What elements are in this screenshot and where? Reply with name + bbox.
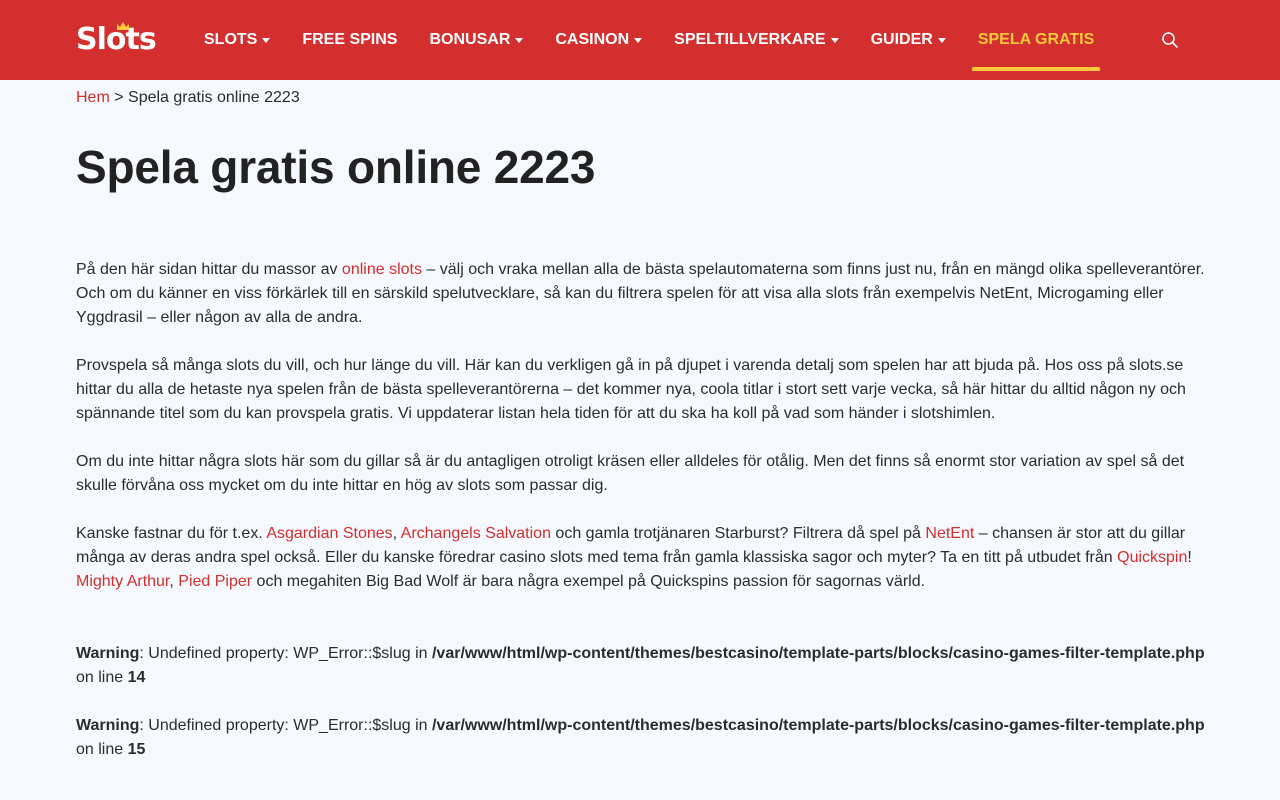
paragraph-provspela: Provspela så många slots du vill, och hu…	[76, 357, 1186, 422]
paragraph-examples: Kanske fastnar du för t.ex. Asgardian St…	[76, 522, 1206, 594]
nav-item-casinon[interactable]: CASINON	[555, 31, 643, 49]
warning-message: : Undefined property: WP_Error::$slug in	[139, 717, 432, 734]
paragraph-text: !	[1187, 549, 1192, 566]
page-title: Spela gratis online 2223	[76, 141, 596, 193]
warning-label: Warning	[76, 717, 140, 734]
online-slots-link[interactable]: online slots	[342, 261, 422, 278]
paragraph-text: På den här sidan hittar du massor av	[76, 261, 342, 278]
crown-icon	[117, 22, 129, 30]
warning-path: /var/www/html/wp-content/themes/bestcasi…	[431, 717, 1205, 734]
caret-down-icon	[830, 37, 839, 43]
warning-on-line: on line	[76, 669, 128, 686]
nav-item-slots[interactable]: SLOTS	[204, 31, 271, 49]
warning-label: Warning	[76, 645, 140, 662]
caret-down-icon	[634, 37, 643, 43]
warning-line-number: 14	[127, 669, 146, 686]
nav-item-label: SPELTILLVERKARE	[674, 31, 826, 48]
php-warning: Warning: Undefined property: WP_Error::$…	[76, 714, 1216, 762]
warning-on-line: on line	[76, 741, 128, 758]
nav-item-label: GUIDER	[870, 31, 933, 48]
pied-piper-link[interactable]: Pied Piper	[178, 573, 252, 590]
caret-down-icon	[937, 37, 946, 43]
paragraph-intro: På den här sidan hittar du massor av onl…	[76, 258, 1206, 330]
paragraph-variation: Om du inte hittar några slots här som du…	[76, 453, 1185, 494]
breadcrumb-home-link[interactable]: Hem	[76, 89, 110, 106]
nav-item-bonusar[interactable]: BONUSAR	[429, 31, 524, 49]
nav-item-label: CASINON	[555, 31, 630, 48]
archangels-salvation-link[interactable]: Archangels Salvation	[401, 525, 551, 542]
main-nav: SLOTS FREE SPINS BONUSAR CASINON SPELTIL…	[188, 0, 1126, 80]
nav-item-label: BONUSAR	[429, 31, 511, 48]
paragraph-text: och gamla trotjänaren Starburst? Filtrer…	[550, 525, 926, 542]
mighty-arthur-link[interactable]: Mighty Arthur	[76, 573, 169, 590]
nav-item-spela-gratis[interactable]: SPELA GRATIS	[971, 31, 1101, 71]
warning-message: : Undefined property: WP_Error::$slug in	[139, 645, 432, 662]
asgardian-stones-link[interactable]: Asgardian Stones	[266, 525, 392, 542]
nav-item-free-spins[interactable]: FREE SPINS	[302, 31, 397, 49]
paragraph-text: ,	[169, 573, 179, 590]
breadcrumb-separator: >	[114, 89, 124, 106]
nav-item-speltillverkare[interactable]: SPELTILLVERKARE	[674, 31, 839, 49]
top-navigation-bar: Slots SLOTS FREE SPINS BONUSAR CASINON S…	[0, 0, 1280, 80]
nav-item-label: FREE SPINS	[302, 31, 398, 48]
search-icon[interactable]	[1161, 31, 1179, 49]
article-content: På den här sidan hittar du massor av onl…	[76, 258, 1206, 618]
netent-link[interactable]: NetEnt	[925, 525, 974, 542]
breadcrumb-current: Spela gratis online 2223	[128, 89, 300, 106]
caret-down-icon	[515, 37, 524, 43]
nav-item-label: SPELA GRATIS	[977, 31, 1095, 48]
quickspin-link[interactable]: Quickspin	[1117, 549, 1187, 566]
paragraph-text: och megahiten Big Bad Wolf är bara några…	[252, 573, 926, 590]
site-logo[interactable]: Slots	[76, 22, 157, 56]
paragraph-text: Kanske fastnar du för t.ex.	[76, 525, 267, 542]
warning-path: /var/www/html/wp-content/themes/bestcasi…	[431, 645, 1205, 662]
warning-line-number: 15	[127, 741, 146, 758]
nav-item-label: SLOTS	[204, 31, 258, 48]
caret-down-icon	[262, 37, 271, 43]
php-warning: Warning: Undefined property: WP_Error::$…	[76, 642, 1216, 690]
php-warnings: Warning: Undefined property: WP_Error::$…	[76, 642, 1216, 786]
paragraph-text: ,	[392, 525, 401, 542]
nav-item-guider[interactable]: GUIDER	[871, 31, 946, 49]
breadcrumb: Hem > Spela gratis online 2223	[76, 89, 300, 107]
